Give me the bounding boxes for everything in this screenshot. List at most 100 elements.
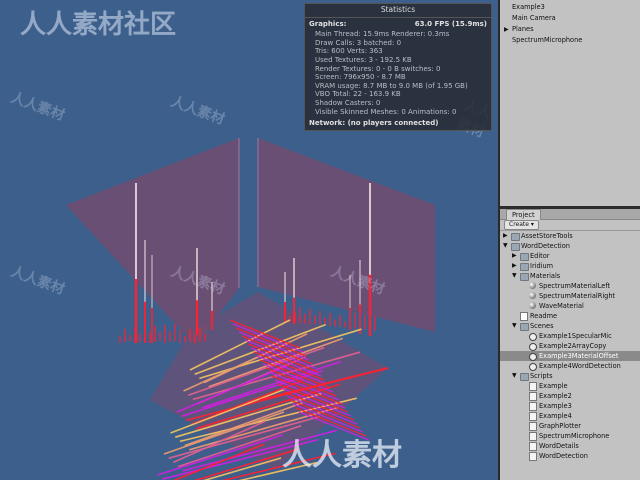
project-tree-item-label: Example2ArrayCopy xyxy=(539,342,607,350)
project-tree-item[interactable]: Example2 xyxy=(500,391,640,401)
statistics-panel: Statistics Graphics: 63.0 FPS (15.9ms) M… xyxy=(304,3,492,131)
project-tree-item[interactable]: ▼ WordDetection xyxy=(500,241,640,251)
hierarchy-item-label: Planes xyxy=(512,25,534,33)
project-tree-item[interactable]: Example1SpecularMic xyxy=(500,331,640,341)
collapse-arrow-icon[interactable]: ▼ xyxy=(512,271,518,281)
chevron-down-icon: ▾ xyxy=(530,221,534,228)
project-tree-item[interactable]: WaveMaterial xyxy=(500,301,640,311)
project-tree-item-label: Example3MaterialOffset xyxy=(539,352,619,360)
statistics-line: Draw Calls: 3 batched: 0 xyxy=(315,38,402,47)
network-status: Network: (no players connected) xyxy=(309,119,439,128)
project-tree-item-label: Example4WordDetection xyxy=(539,362,621,370)
create-dropdown-button[interactable]: Create ▾ xyxy=(504,220,539,230)
project-tree-item[interactable]: ▼ Materials xyxy=(500,271,640,281)
project-tree-item[interactable]: ▼ Scripts xyxy=(500,371,640,381)
project-tree-item[interactable]: ▼ Scenes xyxy=(500,321,640,331)
folder-icon xyxy=(511,243,520,251)
project-panel[interactable]: Project Create ▾ ▶ AssetStoreTools ▼ WordDe… xyxy=(498,209,640,480)
project-tree-item-label: Scenes xyxy=(530,322,554,330)
project-tree-item-label: WordDetection xyxy=(539,452,588,460)
statistics-title: Statistics xyxy=(305,4,491,18)
create-label: Create xyxy=(509,221,529,228)
folder-icon xyxy=(511,233,520,241)
statistics-line: Visible Skinned Meshes: 0 Animations: 0 xyxy=(315,107,457,116)
script-icon xyxy=(529,432,537,441)
scene-icon xyxy=(529,343,537,351)
project-tree-item[interactable]: SpectrumMaterialRight xyxy=(500,291,640,301)
statistics-line: Render Textures: 0 - 0 B switches: 0 xyxy=(315,64,441,73)
document-icon xyxy=(520,312,528,321)
script-icon xyxy=(529,422,537,431)
project-tree-item-label: Example3 xyxy=(539,402,572,410)
hierarchy-item[interactable]: Main Camera xyxy=(500,13,640,24)
project-tree-item[interactable]: SpectrumMaterialLeft xyxy=(500,281,640,291)
project-tree-item-label: SpectrumMaterialRight xyxy=(539,292,616,300)
script-icon xyxy=(529,392,537,401)
folder-icon xyxy=(520,263,529,271)
project-tree-item[interactable]: Example xyxy=(500,381,640,391)
project-tree-item[interactable]: ▶ Iridium xyxy=(500,261,640,271)
statistics-line: Screen: 796x950 - 8.7 MB xyxy=(315,73,406,82)
statistics-line: VBO Total: 22 - 163.9 KB xyxy=(315,90,401,99)
hierarchy-item[interactable]: SpectrumMicrophone xyxy=(500,35,640,46)
material-icon xyxy=(529,292,536,299)
project-tree-item-label: WaveMaterial xyxy=(539,302,584,310)
project-tree-item[interactable]: SpectrumMicrophone xyxy=(500,431,640,441)
project-tree-item[interactable]: Example3 xyxy=(500,401,640,411)
expand-arrow-icon[interactable]: ▶ xyxy=(504,24,509,35)
statistics-lines: Main Thread: 15.9ms Renderer: 0.3ms Draw … xyxy=(305,28,491,116)
project-tree-item[interactable]: WordDetails xyxy=(500,441,640,451)
project-tree-item[interactable]: ▶ AssetStoreTools xyxy=(500,231,640,241)
hierarchy-item[interactable]: ▶ Planes xyxy=(500,24,640,35)
project-tree-item[interactable]: Example3MaterialOffset xyxy=(500,351,640,361)
project-tree-item-label: Editor xyxy=(530,252,550,260)
scene-icon xyxy=(529,363,537,371)
project-tree: ▶ AssetStoreTools ▼ WordDetection ▶ Editor ▶ Ir… xyxy=(500,231,640,461)
statistics-line: Main Thread: 15.9ms Renderer: 0.3ms xyxy=(315,30,450,39)
hierarchy-item[interactable]: Example3 xyxy=(500,2,640,13)
project-tree-item[interactable]: GraphPlotter xyxy=(500,421,640,431)
project-tree-item[interactable]: ▶ Editor xyxy=(500,251,640,261)
project-tree-item-label: SpectrumMicrophone xyxy=(539,432,610,440)
project-tree-item-label: SpectrumMaterialLeft xyxy=(539,282,611,290)
script-icon xyxy=(529,452,537,461)
hierarchy-panel[interactable]: Example3 Main Camera ▶ Planes SpectrumMicrop… xyxy=(498,0,640,206)
collapse-arrow-icon[interactable]: ▼ xyxy=(503,241,509,251)
statistics-line: VRAM usage: 8.7 MB to 9.0 MB (of 1.95 GB… xyxy=(315,81,468,90)
project-tree-item[interactable]: Example4WordDetection xyxy=(500,361,640,371)
project-tree-item[interactable]: Example2ArrayCopy xyxy=(500,341,640,351)
statistics-line: Tris: 600 Verts: 363 xyxy=(315,47,383,56)
project-tab-bar: Project xyxy=(500,209,640,220)
expand-arrow-icon[interactable]: ▶ xyxy=(503,231,509,241)
statistics-line: Shadow Casters: 0 xyxy=(315,98,381,107)
game-view[interactable]: 人人素材社区 人人素材 人人素材 人人素材 人人素材 人人素材 人人素材 人人素… xyxy=(0,0,498,480)
project-tree-item[interactable]: Readme xyxy=(500,311,640,321)
project-tree-item[interactable]: Example4 xyxy=(500,411,640,421)
script-icon xyxy=(529,382,537,391)
script-icon xyxy=(529,442,537,451)
project-tree-item-label: Example4 xyxy=(539,412,572,420)
folder-icon xyxy=(520,253,529,261)
script-icon xyxy=(529,412,537,421)
project-tree-item-label: Example xyxy=(539,382,568,390)
expand-arrow-icon[interactable]: ▶ xyxy=(512,251,518,261)
tab-project[interactable]: Project xyxy=(506,209,541,220)
project-tree-item-label: WordDetection xyxy=(521,242,570,250)
project-tree-item[interactable]: WordDetection xyxy=(500,451,640,461)
project-tree-item-label: Iridium xyxy=(530,262,554,270)
hierarchy-item-label: Example3 xyxy=(512,3,545,11)
collapse-arrow-icon[interactable]: ▼ xyxy=(512,321,518,331)
statistics-line: Used Textures: 3 - 192.5 KB xyxy=(315,55,412,64)
collapse-arrow-icon[interactable]: ▼ xyxy=(512,371,518,381)
project-tree-item-label: Materials xyxy=(530,272,561,280)
expand-arrow-icon[interactable]: ▶ xyxy=(512,261,518,271)
material-icon xyxy=(529,302,536,309)
project-tree-item-label: Readme xyxy=(530,312,558,320)
fps-value: 63.0 FPS (15.9ms) xyxy=(414,19,487,28)
scene-icon xyxy=(529,353,537,361)
hierarchy-item-label: Main Camera xyxy=(512,14,556,22)
hierarchy-list: Example3 Main Camera ▶ Planes SpectrumMicrop… xyxy=(500,2,640,46)
project-tree-item-label: Example1SpecularMic xyxy=(539,332,612,340)
project-tree-item-label: GraphPlotter xyxy=(539,422,582,430)
graphics-label: Graphics: xyxy=(309,19,347,28)
